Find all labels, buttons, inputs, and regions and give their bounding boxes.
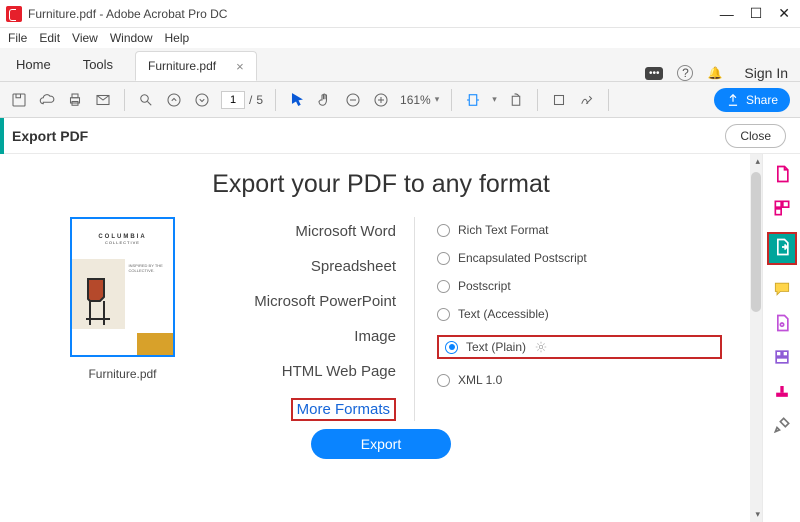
thumb-body: INSPIRED BY THE COLLECTIVE.	[125, 259, 173, 329]
export-content: ▴ ▾ Export your PDF to any format COLUMB…	[0, 154, 762, 522]
comment-icon[interactable]	[772, 279, 792, 299]
zoom-value: 161%	[400, 93, 431, 107]
maximize-button[interactable]: ☐	[750, 5, 763, 22]
more-tools-icon[interactable]	[772, 415, 792, 435]
scroll-down-icon[interactable]: ▾	[755, 509, 760, 520]
main-area: ▴ ▾ Export your PDF to any format COLUMB…	[0, 154, 800, 522]
thumb-brand: COLUMBIA	[98, 234, 146, 240]
option-eps[interactable]: Encapsulated Postscript	[437, 251, 722, 265]
close-window-button[interactable]: ✕	[778, 5, 790, 22]
menu-bar: File Edit View Window Help	[0, 28, 800, 48]
option-postscript[interactable]: Postscript	[437, 279, 722, 293]
thumb-accent	[137, 333, 173, 355]
create-pdf-icon[interactable]	[772, 164, 792, 184]
rotate-icon[interactable]	[507, 91, 525, 109]
option-rtf[interactable]: Rich Text Format	[437, 223, 722, 237]
panel-title: Export PDF	[12, 128, 88, 144]
scroll-up-icon[interactable]: ▴	[755, 156, 760, 167]
fill-sign-icon[interactable]	[772, 347, 792, 367]
zoom-out-icon[interactable]	[344, 91, 362, 109]
cloud-icon[interactable]	[38, 91, 56, 109]
export-heading: Export your PDF to any format	[40, 170, 722, 199]
menu-view[interactable]: View	[72, 31, 98, 45]
format-more[interactable]: More Formats	[291, 398, 396, 421]
page-current-input[interactable]	[221, 91, 245, 109]
export-pdf-icon	[772, 237, 792, 257]
edit-pdf-icon[interactable]	[772, 313, 792, 333]
scrollbar-track[interactable]: ▴ ▾	[750, 154, 762, 522]
tab-tools[interactable]: Tools	[67, 47, 129, 81]
export-pdf-tool-selected[interactable]	[767, 232, 797, 265]
sign-in-link[interactable]: Sign In	[744, 65, 788, 81]
format-spreadsheet[interactable]: Spreadsheet	[311, 258, 396, 275]
chair-icon	[78, 274, 118, 329]
tab-document[interactable]: Furniture.pdf ×	[135, 51, 257, 81]
panel-close-button[interactable]: Close	[725, 124, 786, 148]
tab-document-label: Furniture.pdf	[148, 59, 216, 73]
page-separator: /	[249, 93, 252, 107]
page-total: 5	[256, 93, 263, 107]
menu-file[interactable]: File	[8, 31, 27, 45]
panel-accent	[0, 118, 4, 154]
format-html[interactable]: HTML Web Page	[282, 363, 396, 380]
menu-window[interactable]: Window	[110, 31, 153, 45]
format-list: Microsoft Word Spreadsheet Microsoft Pow…	[205, 217, 415, 421]
chat-icon[interactable]: •••	[645, 67, 664, 80]
mail-icon[interactable]	[94, 91, 112, 109]
save-icon[interactable]	[10, 91, 28, 109]
thumb-sub: COLLECTIVE	[98, 240, 146, 245]
tab-row: Home Tools Furniture.pdf × ••• ? 🔔 Sign …	[0, 48, 800, 82]
help-icon[interactable]: ?	[677, 65, 693, 81]
format-powerpoint[interactable]: Microsoft PowerPoint	[254, 293, 396, 310]
scrollbar-thumb[interactable]	[751, 172, 761, 312]
page-down-icon[interactable]	[193, 91, 211, 109]
format-word[interactable]: Microsoft Word	[295, 223, 396, 240]
export-panel-header: Export PDF Close	[0, 118, 800, 154]
page-indicator: / 5	[221, 91, 263, 109]
tab-home[interactable]: Home	[0, 47, 67, 81]
menu-edit[interactable]: Edit	[39, 31, 60, 45]
stamp-icon[interactable]	[772, 381, 792, 401]
format-image[interactable]: Image	[354, 328, 396, 345]
zoom-dropdown[interactable]: 161% ▾	[400, 93, 439, 107]
gear-icon[interactable]	[534, 340, 548, 354]
thumbnail-filename: Furniture.pdf	[88, 367, 156, 381]
document-thumbnail[interactable]: COLUMBIA COLLECTIVE INSPIRED BY THE COLL…	[70, 217, 175, 357]
page-up-icon[interactable]	[165, 91, 183, 109]
share-label: Share	[746, 93, 778, 107]
format-options: Rich Text Format Encapsulated Postscript…	[415, 217, 722, 421]
main-toolbar: / 5 161% ▾ ▾ Share	[0, 82, 800, 118]
zoom-in-icon[interactable]	[372, 91, 390, 109]
highlight-icon[interactable]	[550, 91, 568, 109]
fit-width-icon[interactable]	[464, 91, 482, 109]
thumbnail-column: COLUMBIA COLLECTIVE INSPIRED BY THE COLL…	[40, 217, 205, 421]
right-sidebar	[762, 154, 800, 522]
print-icon[interactable]	[66, 91, 84, 109]
organize-icon[interactable]	[772, 198, 792, 218]
hand-icon[interactable]	[316, 91, 334, 109]
export-button-label: Export	[361, 436, 401, 452]
sign-icon[interactable]	[578, 91, 596, 109]
option-text-plain-highlight: Text (Plain)	[437, 335, 722, 359]
option-xml[interactable]: XML 1.0	[437, 373, 722, 387]
fit-dropdown-icon[interactable]: ▾	[492, 94, 497, 105]
share-button[interactable]: Share	[714, 88, 790, 112]
search-icon[interactable]	[137, 91, 155, 109]
acrobat-app-icon	[6, 6, 22, 22]
option-text-plain[interactable]: Text (Plain)	[445, 340, 526, 354]
selection-arrow-icon[interactable]	[288, 91, 306, 109]
export-button[interactable]: Export	[311, 429, 451, 459]
window-title: Furniture.pdf - Adobe Acrobat Pro DC	[28, 7, 227, 21]
option-text-accessible[interactable]: Text (Accessible)	[437, 307, 722, 321]
bell-icon[interactable]: 🔔	[707, 66, 722, 80]
menu-help[interactable]: Help	[165, 31, 190, 45]
minimize-button[interactable]: —	[720, 6, 734, 22]
tab-close-icon[interactable]: ×	[236, 59, 244, 74]
title-bar: Furniture.pdf - Adobe Acrobat Pro DC — ☐…	[0, 0, 800, 28]
